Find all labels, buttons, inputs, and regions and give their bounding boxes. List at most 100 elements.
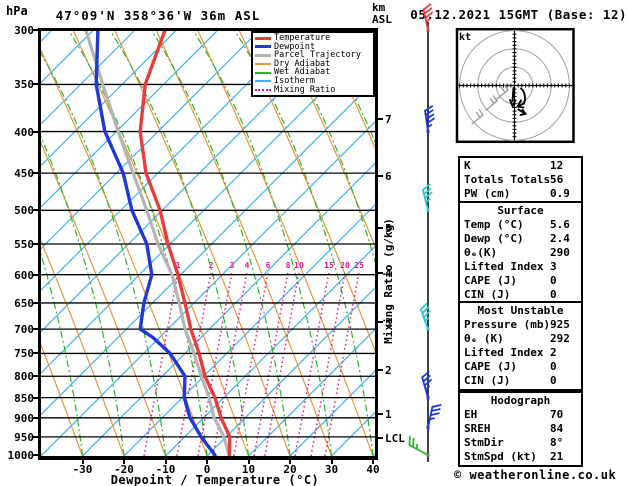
mixing-ratio-line: [294, 271, 330, 456]
pressure-tick-label: 1000: [7, 449, 35, 462]
pressure-tick-mark: [33, 416, 38, 419]
wind-barb-850: [421, 370, 432, 399]
mixing-ratio-line: [253, 271, 289, 456]
mixing-ratio-value-label: 15: [324, 261, 334, 270]
pressure-tick-label: 500: [14, 204, 34, 218]
wind-barb-staff: [408, 444, 429, 456]
mixing-ratio-value-label: 20: [340, 261, 350, 270]
stat-label: Temp (°C): [464, 218, 524, 231]
km-tick-label: 2: [385, 364, 392, 377]
stats-row: Lifted Index 3: [460, 260, 581, 274]
legend-swatch-dry-adiabat: [255, 63, 271, 66]
altitude-axis-unit: km ASL: [372, 2, 392, 26]
mixing-ratio-value-label: 2: [209, 261, 214, 270]
lcl-tick-mark: [378, 437, 383, 439]
altitude-axis-unit-asl: ASL: [372, 13, 392, 26]
stat-value: 290: [550, 246, 570, 259]
stat-label: CIN (J): [464, 288, 511, 301]
pressure-tick-mark: [33, 130, 38, 133]
stat-label: SREH: [464, 422, 491, 435]
legend-swatch-wet-adiabat: [255, 71, 271, 74]
legend-swatch-temperature: [255, 36, 271, 40]
pressure-tick-mark: [33, 273, 38, 276]
stats-table-header: Hodograph: [490, 394, 551, 407]
pressure-tick-label: 800: [14, 370, 34, 384]
stats-row: Temp (°C) 5.6: [460, 218, 581, 232]
wind-barb-1000: [408, 435, 429, 456]
stat-label: CIN (J): [464, 374, 511, 387]
mixing-ratio-value-label: 6: [266, 261, 271, 270]
pressure-tick-label: 350: [14, 78, 34, 92]
stat-label: PW (cm): [464, 187, 511, 200]
pressure-tick-mark: [33, 29, 38, 31]
stat-value: 70: [550, 408, 564, 421]
wind-barb-feather: [422, 3, 432, 11]
stat-value: 0: [550, 288, 557, 301]
wind-barb-half-feather: [428, 417, 436, 421]
mixing-ratio-value-label: 25: [354, 261, 364, 270]
stat-value: 925: [550, 318, 570, 331]
wind-barb-station-dot: [426, 396, 430, 400]
wind-barb-feather: [423, 7, 433, 15]
pressure-tick-mark: [33, 352, 38, 355]
stats-table: K 12 Totals Totals 56 PW (cm) 0.9: [458, 156, 583, 204]
legend-label: Mixing Ratio: [274, 84, 336, 95]
stats-table-header: Most Unstable: [477, 304, 564, 317]
stat-value: 0: [550, 360, 557, 373]
legend-swatch-parcel-trajectory: [255, 53, 271, 57]
wind-barb-station-dot: [426, 453, 430, 457]
km-tick-mark: [378, 369, 383, 371]
stat-value: 0: [550, 374, 557, 387]
wind-barb-station-dot: [426, 28, 430, 32]
pressure-tick-label: 550: [14, 237, 34, 251]
stats-row: Pressure (mb) 925: [460, 318, 581, 332]
mixing-ratio-value-label: 3: [230, 261, 235, 270]
stats-row: PW (cm) 0.9: [460, 187, 581, 201]
stats-row: CAPE (J) 0: [460, 360, 581, 374]
km-tick-label: 7: [385, 113, 392, 126]
stats-row: CIN (J) 0: [460, 374, 581, 388]
legend: Temperature Dewpoint Parcel Trajectory Dry …: [251, 31, 375, 98]
pressure-tick-label: 650: [14, 296, 34, 310]
stats-table: Surface Temp (°C) 5.6 Dewp (°C) 2.4 θₑ(K) 290 L…: [458, 201, 583, 305]
stats-row: CIN (J) 0: [460, 288, 581, 302]
stat-label: Totals Totals: [464, 173, 551, 186]
stats-row: CAPE (J) 0: [460, 274, 581, 288]
stats-row: StmDir 8°: [460, 436, 581, 450]
stat-label: θₑ(K): [464, 246, 498, 259]
pressure-tick-label: 450: [14, 167, 34, 181]
pressure-axis-unit: hPa: [6, 4, 28, 18]
stats-row: Lifted Index 2: [460, 346, 581, 360]
stat-value: 0.9: [550, 187, 570, 200]
pressure-tick-mark: [33, 435, 38, 438]
wind-barb-station-dot: [426, 327, 430, 331]
stat-label: θₑ (K): [464, 332, 504, 345]
km-tick-label: 1: [385, 408, 392, 421]
wind-barb-feather: [424, 11, 434, 19]
stat-value: 84: [550, 422, 564, 435]
skewt-sounding-page: hPa 47°09'N 358°36'W 36m ASL 05.12.2021 …: [0, 0, 629, 486]
pressure-tick-mark: [33, 172, 38, 175]
pressure-tick-mark: [33, 454, 38, 456]
stats-row: Dewp (°C) 2.4: [460, 232, 581, 246]
stats-row: StmSpd (kt) 21: [460, 450, 581, 464]
mixing-ratio-value-label: 4: [245, 261, 250, 270]
stat-value: 3: [550, 260, 557, 273]
stat-label: Dewp (°C): [464, 232, 524, 245]
wind-barb-500: [422, 183, 433, 212]
stats-row: θₑ (K) 292: [460, 332, 581, 346]
wind-barb-300: [422, 3, 434, 31]
wind-barb-column: [408, 3, 442, 462]
km-tick-mark: [378, 175, 383, 177]
km-tick-mark: [378, 413, 383, 415]
km-tick-mark: [378, 118, 383, 120]
stat-value: 292: [550, 332, 570, 345]
pressure-tick-mark: [33, 209, 38, 212]
stat-label: CAPE (J): [464, 274, 517, 287]
legend-item: Mixing Ratio: [253, 84, 373, 95]
stat-value: 21: [550, 450, 564, 463]
pressure-tick-label: 950: [14, 430, 34, 444]
mixing-ratio-line: [324, 271, 360, 456]
stat-label: K: [464, 159, 471, 172]
wind-barb-feather: [431, 404, 442, 408]
